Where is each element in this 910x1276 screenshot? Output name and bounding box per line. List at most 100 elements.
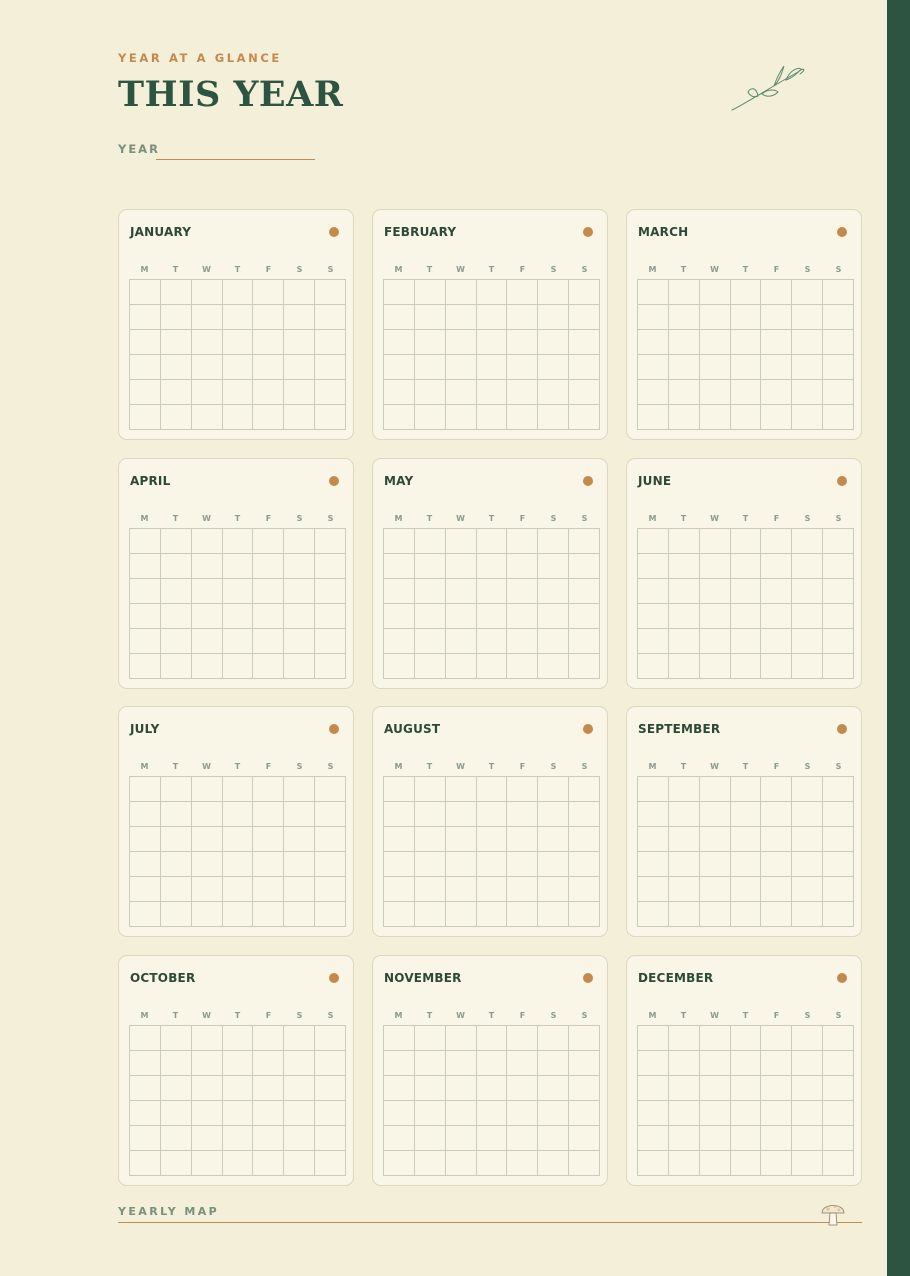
day-cell[interactable] — [699, 579, 731, 604]
day-cell[interactable] — [761, 604, 793, 629]
day-cell[interactable] — [792, 1051, 824, 1076]
day-cell[interactable] — [476, 1076, 508, 1101]
day-cell[interactable] — [384, 654, 415, 679]
day-cell[interactable] — [445, 777, 477, 802]
day-cell[interactable] — [761, 529, 793, 554]
day-cell[interactable] — [792, 330, 824, 355]
day-cell[interactable] — [445, 604, 477, 629]
day-cell[interactable] — [638, 305, 669, 330]
day-cell[interactable] — [160, 604, 192, 629]
day-cell[interactable] — [222, 280, 254, 305]
day-cell[interactable] — [384, 1051, 415, 1076]
day-cell[interactable] — [414, 604, 446, 629]
day-cell[interactable] — [699, 355, 731, 380]
day-cell[interactable] — [569, 902, 600, 927]
day-cell[interactable] — [315, 777, 346, 802]
day-cell[interactable] — [730, 902, 762, 927]
day-cell[interactable] — [414, 1026, 446, 1051]
day-cell[interactable] — [823, 554, 854, 579]
day-cell[interactable] — [638, 629, 669, 654]
day-cell[interactable] — [284, 604, 316, 629]
day-cell[interactable] — [222, 1101, 254, 1126]
day-cell[interactable] — [538, 280, 570, 305]
day-cell[interactable] — [569, 827, 600, 852]
day-cell[interactable] — [222, 654, 254, 679]
day-cell[interactable] — [284, 579, 316, 604]
year-input-line[interactable] — [156, 159, 315, 160]
day-cell[interactable] — [253, 405, 285, 430]
day-cell[interactable] — [823, 777, 854, 802]
day-cell[interactable] — [284, 405, 316, 430]
day-cell[interactable] — [476, 405, 508, 430]
day-cell[interactable] — [130, 777, 161, 802]
day-cell[interactable] — [384, 802, 415, 827]
day-cell[interactable] — [507, 604, 539, 629]
day-cell[interactable] — [315, 802, 346, 827]
day-cell[interactable] — [823, 579, 854, 604]
day-cell[interactable] — [130, 604, 161, 629]
day-cell[interactable] — [130, 305, 161, 330]
day-cell[interactable] — [384, 355, 415, 380]
day-cell[interactable] — [384, 604, 415, 629]
day-cell[interactable] — [823, 529, 854, 554]
day-cell[interactable] — [445, 1076, 477, 1101]
day-cell[interactable] — [315, 852, 346, 877]
day-cell[interactable] — [315, 280, 346, 305]
day-cell[interactable] — [538, 529, 570, 554]
day-cell[interactable] — [507, 852, 539, 877]
day-cell[interactable] — [638, 554, 669, 579]
day-cell[interactable] — [730, 554, 762, 579]
day-cell[interactable] — [792, 1151, 824, 1176]
day-cell[interactable] — [384, 1076, 415, 1101]
day-cell[interactable] — [222, 802, 254, 827]
day-cell[interactable] — [569, 1026, 600, 1051]
day-cell[interactable] — [414, 1126, 446, 1151]
day-cell[interactable] — [445, 579, 477, 604]
day-cell[interactable] — [699, 902, 731, 927]
day-cell[interactable] — [569, 877, 600, 902]
day-cell[interactable] — [160, 877, 192, 902]
day-cell[interactable] — [160, 777, 192, 802]
day-cell[interactable] — [668, 280, 700, 305]
day-cell[interactable] — [222, 305, 254, 330]
day-cell[interactable] — [160, 355, 192, 380]
day-cell[interactable] — [699, 1026, 731, 1051]
day-cell[interactable] — [761, 330, 793, 355]
day-cell[interactable] — [476, 355, 508, 380]
day-cell[interactable] — [445, 1101, 477, 1126]
day-cell[interactable] — [569, 1126, 600, 1151]
day-cell[interactable] — [792, 604, 824, 629]
day-cell[interactable] — [284, 802, 316, 827]
day-cell[interactable] — [253, 902, 285, 927]
day-cell[interactable] — [414, 529, 446, 554]
day-cell[interactable] — [191, 554, 223, 579]
day-cell[interactable] — [476, 1151, 508, 1176]
day-cell[interactable] — [384, 529, 415, 554]
day-cell[interactable] — [222, 1076, 254, 1101]
day-cell[interactable] — [445, 877, 477, 902]
day-cell[interactable] — [384, 554, 415, 579]
day-cell[interactable] — [507, 902, 539, 927]
day-cell[interactable] — [792, 529, 824, 554]
day-cell[interactable] — [315, 330, 346, 355]
day-cell[interactable] — [730, 877, 762, 902]
day-cell[interactable] — [507, 380, 539, 405]
day-cell[interactable] — [569, 852, 600, 877]
day-cell[interactable] — [445, 330, 477, 355]
day-cell[interactable] — [668, 1151, 700, 1176]
day-cell[interactable] — [823, 1026, 854, 1051]
day-cell[interactable] — [315, 827, 346, 852]
day-cell[interactable] — [761, 305, 793, 330]
day-cell[interactable] — [699, 405, 731, 430]
day-cell[interactable] — [823, 802, 854, 827]
day-cell[interactable] — [253, 852, 285, 877]
day-cell[interactable] — [638, 1051, 669, 1076]
day-cell[interactable] — [191, 852, 223, 877]
day-cell[interactable] — [730, 654, 762, 679]
day-cell[interactable] — [130, 405, 161, 430]
day-cell[interactable] — [699, 852, 731, 877]
day-cell[interactable] — [476, 380, 508, 405]
day-cell[interactable] — [253, 604, 285, 629]
day-cell[interactable] — [668, 777, 700, 802]
day-cell[interactable] — [445, 305, 477, 330]
